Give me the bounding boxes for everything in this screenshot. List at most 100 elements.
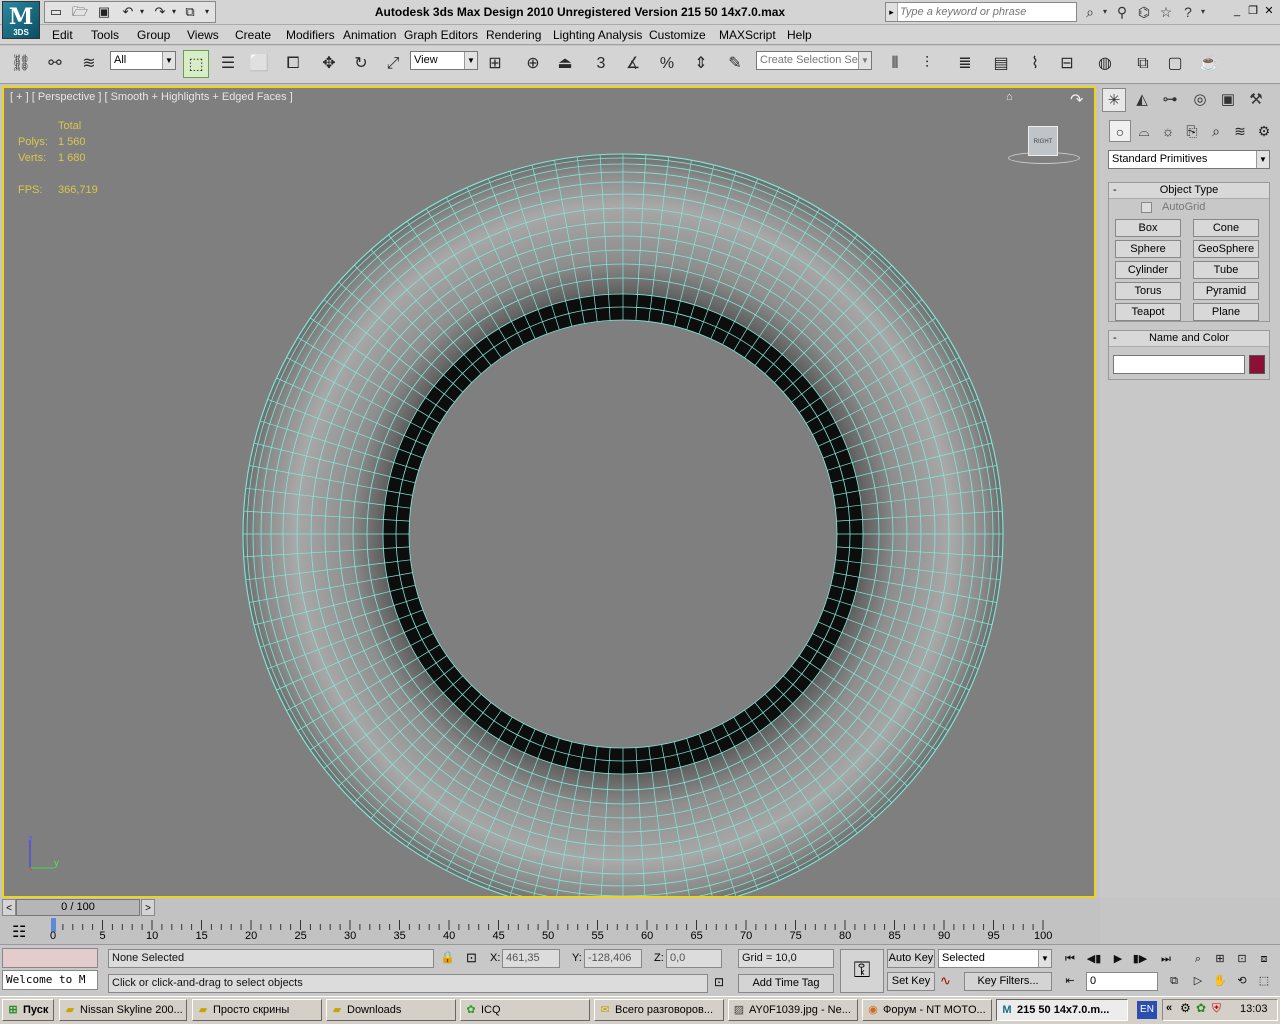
autogrid-checkbox[interactable] — [1141, 202, 1152, 213]
tray-expand-icon[interactable]: « — [1166, 1002, 1172, 1014]
menu-customize[interactable]: Customize — [649, 28, 706, 42]
modify-panel-icon[interactable]: ◭ — [1130, 88, 1154, 112]
rectangular-selection-icon[interactable]: ⬜ — [246, 50, 272, 78]
unlink-selection-icon[interactable]: ⚯ — [42, 50, 68, 78]
new-file-icon[interactable]: ▭ — [46, 3, 66, 21]
redo-icon[interactable]: ↷ — [150, 3, 170, 21]
minimize-icon[interactable]: _ — [1230, 4, 1244, 18]
favorites-star-icon[interactable]: ☆ — [1156, 3, 1176, 21]
tube-button[interactable]: Tube — [1193, 261, 1259, 279]
box-button[interactable]: Box — [1115, 219, 1181, 237]
maxscript-mini-listener[interactable]: Welcome to M — [2, 970, 98, 990]
hierarchy-panel-icon[interactable]: ⊶ — [1158, 88, 1182, 112]
menu-tools[interactable]: Tools — [91, 28, 119, 42]
utilities-panel-icon[interactable]: ⚒ — [1244, 88, 1268, 112]
select-by-name-icon[interactable]: ☰ — [215, 50, 241, 78]
systems-icon[interactable]: ⚙ — [1253, 120, 1275, 142]
next-key-icon[interactable]: ▮▶ — [1130, 950, 1150, 968]
display-panel-icon[interactable]: ▣ — [1216, 88, 1240, 112]
pan-view-icon[interactable]: ✋ — [1210, 972, 1230, 990]
pivot-center-icon[interactable]: ⊞ — [482, 50, 508, 78]
orbit-view-icon[interactable]: ⟲ — [1232, 972, 1252, 990]
undo-dropdown-icon[interactable]: ▾ — [136, 3, 148, 21]
select-and-link-icon[interactable]: ⛓ — [8, 50, 34, 78]
viewcube[interactable]: RIGHT — [1028, 126, 1058, 156]
torus-button[interactable]: Torus — [1115, 282, 1181, 300]
rendered-frame-window-icon[interactable]: ▢ — [1162, 50, 1188, 78]
select-and-rotate-icon[interactable]: ↻ — [348, 50, 374, 78]
tire-mesh[interactable] — [4, 88, 1094, 896]
maximize-viewport-icon[interactable]: ⬚ — [1254, 972, 1274, 990]
auto-key-button[interactable]: Auto Key — [887, 949, 935, 968]
selection-filter-dropdown[interactable]: All ▼ — [110, 51, 176, 70]
menu-animation[interactable]: Animation — [343, 28, 396, 42]
communication-center-icon[interactable]: ⌬ — [1134, 3, 1154, 21]
space-warps-icon[interactable]: ≋ — [1229, 120, 1251, 142]
select-object-icon[interactable]: ⬚ — [183, 50, 209, 78]
helpers-icon[interactable]: ⌕ — [1205, 120, 1227, 142]
search-input[interactable] — [900, 4, 1075, 20]
window-crossing-icon[interactable]: ⧠ — [280, 50, 306, 78]
play-icon[interactable]: ▶ — [1108, 950, 1128, 968]
select-and-manipulate-icon[interactable]: ⊕ — [520, 50, 546, 78]
zoom-icon[interactable]: ⌕ — [1188, 950, 1208, 968]
x-coord-field[interactable]: 461,35 — [502, 949, 560, 968]
menu-rendering[interactable]: Rendering — [486, 28, 541, 42]
go-to-start-icon[interactable]: ⏮ — [1060, 950, 1080, 968]
time-tag-icon[interactable]: ⊡ — [714, 975, 724, 989]
select-and-move-icon[interactable]: ✥ — [316, 50, 342, 78]
application-button[interactable]: M 3DS — [2, 1, 40, 39]
cylinder-button[interactable]: Cylinder — [1115, 261, 1181, 279]
search-dropdown-icon[interactable]: ▾ — [1100, 3, 1110, 21]
field-of-view-icon[interactable]: ▷ — [1188, 972, 1208, 990]
redo-dropdown-icon[interactable]: ▾ — [168, 3, 180, 21]
time-configuration-icon[interactable]: ⧉ — [1164, 972, 1184, 990]
next-frame-arrow-icon[interactable]: > — [141, 899, 155, 916]
snaps-toggle-icon[interactable]: 3 — [588, 50, 614, 78]
task-3ds-max[interactable]: M 215 50 14x7.0.m... — [996, 999, 1128, 1021]
previous-frame-arrow-icon[interactable]: < — [2, 899, 16, 916]
perspective-viewport[interactable]: [ + ] [ Perspective ] [ Smooth + Highlig… — [2, 86, 1096, 898]
graphite-modeling-tools-icon[interactable]: ▤ — [988, 50, 1014, 78]
zoom-all-icon[interactable]: ⊞ — [1210, 950, 1230, 968]
help-dropdown-icon[interactable]: ▾ — [1198, 3, 1208, 21]
object-category-dropdown[interactable]: Standard Primitives ▼ — [1108, 150, 1270, 169]
previous-key-icon[interactable]: ◀▮ — [1084, 950, 1104, 968]
spinner-snap-icon[interactable]: ⇕ — [688, 50, 714, 78]
start-button[interactable]: ⊞ Пуск — [2, 999, 54, 1021]
restore-icon[interactable]: ❐ — [1246, 4, 1260, 18]
language-indicator[interactable]: EN — [1137, 1001, 1157, 1019]
menu-modifiers[interactable]: Modifiers — [286, 28, 335, 42]
current-frame-field[interactable]: 0 — [1086, 972, 1158, 991]
task-prosto-skriny[interactable]: ▰ Просто скрины — [192, 999, 322, 1021]
keyboard-shortcut-override-icon[interactable]: ⏏ — [552, 50, 578, 78]
layer-manager-icon[interactable]: ≣ — [952, 50, 978, 78]
percent-snap-icon[interactable]: % — [654, 50, 680, 78]
go-to-end-icon[interactable]: ⏭ — [1156, 950, 1176, 968]
close-icon[interactable]: ✕ — [1262, 4, 1276, 18]
key-mode-toggle-icon[interactable]: ⇤ — [1060, 972, 1080, 990]
task-nissan-skyline[interactable]: ▰ Nissan Skyline 200... — [59, 999, 187, 1021]
selection-lock-icon[interactable]: 🔒 — [440, 950, 455, 964]
create-panel-icon[interactable]: ✳ — [1102, 88, 1126, 112]
edit-named-selection-icon[interactable]: ✎ — [722, 50, 748, 78]
teapot-button[interactable]: Teapot — [1115, 303, 1181, 321]
menu-group[interactable]: Group — [137, 28, 170, 42]
menu-create[interactable]: Create — [235, 28, 271, 42]
geometry-icon[interactable]: ○ — [1109, 120, 1131, 142]
select-and-scale-icon[interactable]: ⤢ — [380, 50, 406, 78]
motion-panel-icon[interactable]: ◎ — [1188, 88, 1212, 112]
render-production-icon[interactable]: ☕ — [1196, 50, 1222, 78]
task-icq[interactable]: ✿ ICQ — [460, 999, 590, 1021]
subscription-center-icon[interactable]: ⚲ — [1112, 3, 1132, 21]
network-tray-icon[interactable]: ⚙ — [1180, 1001, 1191, 1015]
z-coord-field[interactable]: 0,0 — [666, 949, 722, 968]
y-coord-field[interactable]: -128,406 — [584, 949, 642, 968]
project-folder-icon[interactable]: ⧉ — [180, 3, 200, 21]
default-in-out-tangents-icon[interactable]: ∿ — [940, 973, 951, 989]
name-and-color-header[interactable]: - Name and Color — [1109, 331, 1269, 347]
home-icon[interactable]: ⌂ — [1006, 91, 1013, 103]
task-firefox-forum[interactable]: ◉ Форум - NT MOTO... — [862, 999, 992, 1021]
set-key-icon[interactable]: ⚿ — [840, 949, 884, 993]
sphere-button[interactable]: Sphere — [1115, 240, 1181, 258]
